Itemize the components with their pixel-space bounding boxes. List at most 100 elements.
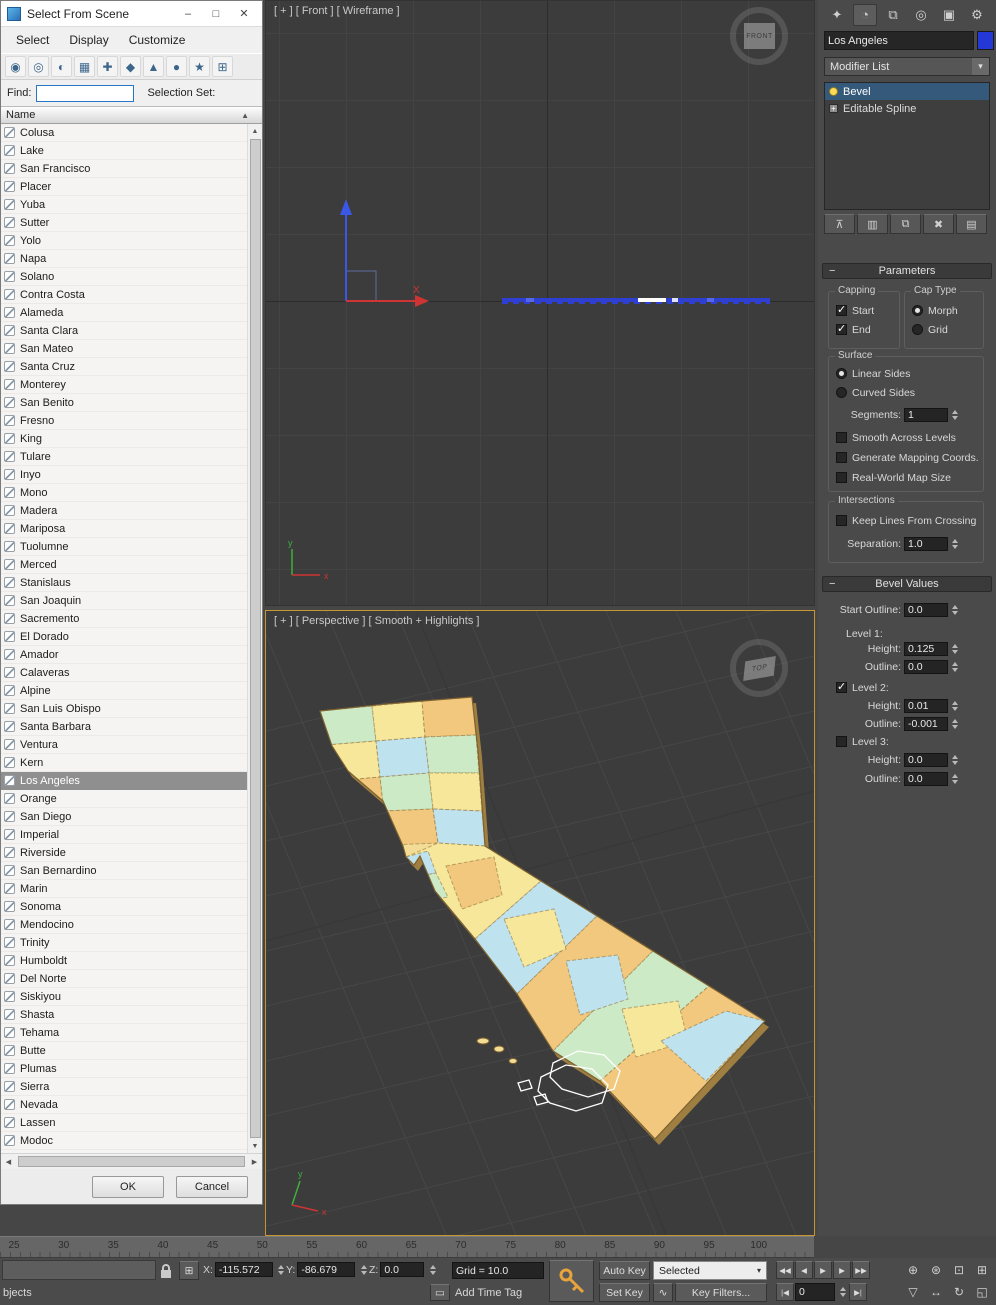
list-item[interactable]: Mendocino [1, 916, 247, 934]
list-item[interactable]: Plumas [1, 1060, 247, 1078]
list-item[interactable]: Sierra [1, 1078, 247, 1096]
list-item[interactable]: Ventura [1, 736, 247, 754]
list-item[interactable]: Shasta [1, 1006, 247, 1024]
list-item[interactable]: Sutter [1, 214, 247, 232]
timeline-tick[interactable]: 75 [505, 1240, 516, 1251]
list-item[interactable]: Solano [1, 268, 247, 286]
selection-lock-icon[interactable] [159, 1262, 173, 1279]
list-item[interactable]: Santa Barbara [1, 718, 247, 736]
bevel-values-rollout-header[interactable]: − Bevel Values [822, 576, 992, 592]
level1-outline-field[interactable]: 0.0 [904, 659, 948, 674]
pan-icon[interactable]: ↔ [925, 1282, 947, 1302]
keep-lines-from-crossing-checkbox[interactable] [836, 515, 847, 526]
level3-outline-spinner[interactable] [949, 772, 960, 786]
scroll-up-icon[interactable]: ▲ [248, 124, 263, 138]
list-item[interactable]: San Luis Obispo [1, 700, 247, 718]
list-item[interactable]: Tehama [1, 1024, 247, 1042]
timeline-tick[interactable]: 95 [704, 1240, 715, 1251]
key-filters-button[interactable]: Key Filters... [675, 1283, 767, 1302]
timeline-tick[interactable]: 40 [157, 1240, 168, 1251]
maximize-button[interactable]: □ [202, 4, 230, 24]
list-item[interactable]: San Diego [1, 808, 247, 826]
beveled-spline-front-view[interactable] [502, 298, 770, 304]
create-tab[interactable]: ✦ [825, 4, 849, 26]
level2-height-spinner[interactable] [949, 699, 960, 713]
chevron-down-icon[interactable]: ▾ [972, 58, 989, 75]
list-item[interactable]: Yolo [1, 232, 247, 250]
configure-modifier-sets-icon[interactable]: ▤ [956, 214, 987, 234]
list-item[interactable]: Tuolumne [1, 538, 247, 556]
list-item[interactable]: San Benito [1, 394, 247, 412]
set-key-button[interactable]: Set Key [599, 1283, 650, 1302]
list-item[interactable]: King [1, 430, 247, 448]
display-groups-icon[interactable]: ⊞ [212, 56, 233, 77]
previous-key-button[interactable]: ◀◀ [776, 1261, 794, 1279]
object-name-field[interactable] [824, 31, 974, 50]
smooth-across-levels-checkbox[interactable] [836, 432, 847, 443]
real-world-map-size-checkbox[interactable] [836, 472, 847, 483]
morph-radio[interactable] [912, 305, 923, 316]
timeline-tick[interactable]: 60 [356, 1240, 367, 1251]
list-item[interactable]: Lake [1, 142, 247, 160]
frame-spinner[interactable] [837, 1285, 848, 1299]
y-coordinate-field[interactable]: -86.679 [297, 1262, 356, 1277]
front-viewport[interactable]: [ + ] [ Front ] [ Wireframe ] X y x FRON… [265, 0, 815, 606]
viewport-label-perspective[interactable]: [ + ] [ Perspective ] [ Smooth + Highlig… [274, 615, 479, 627]
list-item[interactable]: Yuba [1, 196, 247, 214]
object-color-swatch[interactable] [977, 31, 994, 50]
list-item[interactable]: Riverside [1, 844, 247, 862]
vertical-scrollbar[interactable]: ▲ ▼ [247, 124, 262, 1153]
list-item[interactable]: Mariposa [1, 520, 247, 538]
pin-stack-icon[interactable]: ⊼ [824, 214, 855, 234]
viewcube-front[interactable]: FRONT [724, 5, 800, 71]
level3-height-field[interactable]: 0.0 [904, 752, 948, 767]
level3-outline-field[interactable]: 0.0 [904, 771, 948, 786]
scroll-right-icon[interactable]: ▶ [247, 1158, 262, 1166]
utilities-tab[interactable]: ⚙ [965, 4, 989, 26]
level1-height-field[interactable]: 0.125 [904, 641, 948, 656]
start-outline-spinner[interactable] [949, 603, 960, 617]
sort-ascending-icon[interactable]: ▲ [241, 111, 249, 120]
list-item[interactable]: Amador [1, 646, 247, 664]
list-item[interactable]: Imperial [1, 826, 247, 844]
dialog-titlebar[interactable]: Select From Scene – □ ✕ [1, 1, 262, 27]
start-outline-field[interactable]: 0.0 [904, 602, 948, 617]
list-item[interactable]: Los Angeles [1, 772, 247, 790]
z-coordinate-spinner[interactable] [427, 1263, 438, 1277]
zoom-extents-icon[interactable]: ⊡ [948, 1260, 970, 1280]
list-item[interactable]: Fresno [1, 412, 247, 430]
timeline-tick[interactable]: 65 [406, 1240, 417, 1251]
select-all-icon[interactable]: ◉ [5, 56, 26, 77]
maximize-viewport-icon[interactable]: ◱ [971, 1282, 993, 1302]
list-item[interactable]: Merced [1, 556, 247, 574]
list-item[interactable]: Monterey [1, 376, 247, 394]
play-button[interactable]: ▶ [814, 1261, 832, 1279]
list-item[interactable]: Sacremento [1, 610, 247, 628]
display-helpers-icon[interactable]: ● [166, 56, 187, 77]
generate-mapping-coords-checkbox[interactable] [836, 452, 847, 463]
menu-customize[interactable]: Customize [120, 30, 195, 50]
level3-height-spinner[interactable] [949, 753, 960, 767]
display-lights-icon[interactable]: ◆ [120, 56, 141, 77]
list-item[interactable]: San Bernardino [1, 862, 247, 880]
separation-spinner[interactable] [949, 537, 960, 551]
horizontal-scrollbar[interactable]: ◀ ▶ [1, 1153, 262, 1169]
scrollbar-thumb[interactable] [249, 139, 261, 1138]
curved-sides-radio[interactable] [836, 387, 847, 398]
move-gizmo[interactable]: X [295, 193, 445, 318]
viewcube-face-label[interactable]: FRONT [744, 23, 775, 49]
list-item[interactable]: Alameda [1, 304, 247, 322]
california-map[interactable] [319, 696, 769, 1145]
modifier-stack-item[interactable]: Bevel [825, 83, 989, 100]
timeline-tick[interactable]: 80 [555, 1240, 566, 1251]
track-bar[interactable]: 25 30 35 40 45 50 55 60 65 70 75 80 85 90 95 100 [0, 1236, 814, 1258]
timeline-tick[interactable]: 45 [207, 1240, 218, 1251]
close-button[interactable]: ✕ [230, 4, 258, 24]
list-item[interactable]: Modoc [1, 1132, 247, 1150]
display-cameras-icon[interactable]: ▲ [143, 56, 164, 77]
list-item[interactable]: San Francisco [1, 160, 247, 178]
select-none-icon[interactable]: ◎ [28, 56, 49, 77]
collapse-icon[interactable]: − [829, 577, 835, 591]
display-geometry-icon[interactable]: ▦ [74, 56, 95, 77]
scroll-left-icon[interactable]: ◀ [1, 1158, 16, 1166]
